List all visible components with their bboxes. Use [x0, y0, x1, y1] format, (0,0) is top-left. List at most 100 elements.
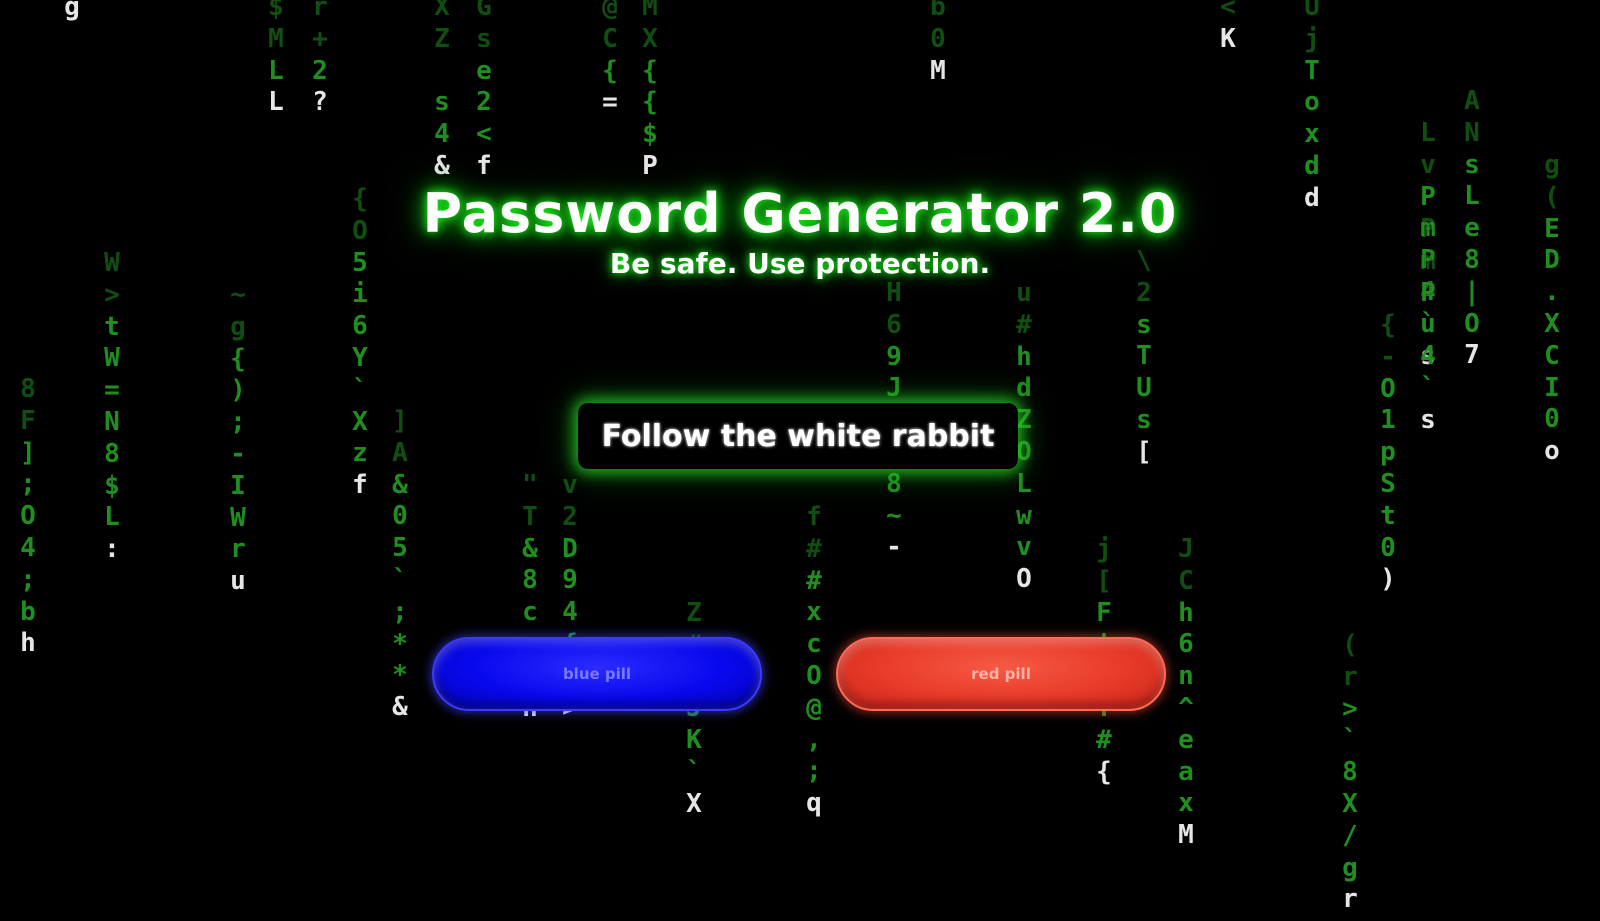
matrix-rain-char: # — [1096, 724, 1112, 755]
matrix-rain-char: X — [642, 23, 658, 54]
matrix-rain-char: C — [1544, 340, 1560, 371]
matrix-rain-char: 4 — [20, 532, 36, 563]
matrix-rain-char: c — [806, 629, 822, 660]
matrix-rain-char: { — [642, 87, 658, 118]
matrix-rain-char: s — [1464, 149, 1480, 180]
follow-white-rabbit-button[interactable]: Follow the white rabbit — [578, 403, 1018, 469]
matrix-rain-char: M — [268, 23, 284, 54]
matrix-rain-char: # — [806, 533, 822, 564]
matrix-rain-char: O — [1380, 373, 1396, 404]
matrix-rain-char: = — [602, 87, 618, 118]
matrix-rain-char: o — [1544, 436, 1560, 467]
matrix-rain-char: ) — [1380, 564, 1396, 595]
matrix-rain-char: @ — [806, 692, 822, 723]
matrix-rain-char: ~ — [886, 500, 902, 531]
matrix-rain-column: M X{{$ P — [636, 0, 664, 183]
matrix-rain-char: > — [104, 279, 120, 310]
matrix-rain-char: T — [1136, 341, 1152, 372]
matrix-rain-char: & — [434, 150, 450, 181]
matrix-rain-char: ] — [392, 406, 408, 436]
matrix-rain-char: X — [686, 788, 702, 819]
matrix-rain-char: ` — [352, 374, 368, 405]
matrix-rain-column: ~ g{); - I Wr u — [224, 280, 252, 598]
matrix-rain-char: U — [1304, 0, 1320, 22]
matrix-rain-char: ? — [312, 87, 328, 118]
matrix-rain-char: ; — [392, 596, 408, 627]
matrix-rain-char: X — [434, 0, 450, 22]
matrix-rain-char: n — [1178, 661, 1194, 692]
matrix-rain-column: W > t W = N 8 $ L: — [98, 248, 126, 566]
matrix-rain-char: 4 — [434, 119, 450, 150]
matrix-rain-char: X — [352, 406, 368, 437]
matrix-rain-char: Z — [434, 23, 450, 54]
matrix-rain-char: 8 — [104, 438, 120, 469]
matrix-rain-char: h — [20, 628, 36, 659]
matrix-rain-char: { — [642, 55, 658, 86]
matrix-rain-column: @ C{= — [596, 0, 624, 119]
matrix-rain-char: T — [1304, 55, 1320, 86]
matrix-rain-char: o — [1304, 87, 1320, 118]
matrix-rain-char: L — [268, 55, 284, 86]
matrix-rain-char: & — [522, 533, 538, 564]
matrix-rain-column: 8 F]; O 4; b h — [14, 374, 42, 660]
matrix-rain-column: Gs e 2 < f — [470, 0, 498, 183]
page-subtitle: Be safe. Use protection. — [609, 247, 991, 280]
matrix-rain-column: $ M L L — [262, 0, 290, 119]
matrix-rain-char: Z — [686, 598, 702, 628]
matrix-rain-char: c — [522, 597, 538, 628]
matrix-rain-char: [ — [1096, 565, 1112, 596]
matrix-rain-char: i — [352, 279, 368, 310]
matrix-rain-char: & — [392, 692, 408, 723]
matrix-rain-char: 8 — [1342, 757, 1358, 788]
matrix-rain-char: { — [230, 343, 246, 374]
matrix-rain-char: W — [230, 502, 246, 533]
blue-pill-button[interactable]: blue pill — [432, 637, 762, 711]
matrix-rain-char: A — [1464, 86, 1480, 116]
matrix-rain-char: e — [476, 55, 492, 86]
matrix-rain-column: (r > ` 8 X / g r — [1336, 630, 1364, 916]
matrix-rain-char: N — [1464, 117, 1480, 148]
matrix-rain-char: ] — [20, 437, 36, 468]
matrix-rain-char: t — [104, 311, 120, 342]
matrix-rain-char: @ — [602, 0, 618, 22]
matrix-rain-char: s — [1136, 309, 1152, 340]
matrix-rain-char: 4 — [562, 597, 578, 628]
matrix-rain-char: { — [602, 55, 618, 86]
red-pill-button[interactable]: red pill — [836, 637, 1166, 711]
page-title: Password Generator 2.0 — [422, 182, 1178, 245]
matrix-rain-char: v — [1016, 532, 1032, 563]
matrix-rain-char: g — [1544, 150, 1560, 180]
matrix-rain-char: N — [104, 406, 120, 437]
matrix-rain-char: u — [1420, 309, 1436, 340]
matrix-rain-char: 8 — [20, 374, 36, 404]
matrix-rain-column: g — [58, 0, 86, 24]
matrix-rain-char: q — [806, 788, 822, 819]
matrix-rain-char: ( — [1342, 630, 1358, 660]
matrix-rain-char: ; — [230, 407, 246, 438]
matrix-rain-char: H — [886, 278, 902, 308]
matrix-rain-char: M — [930, 55, 946, 86]
matrix-rain-char: L — [1420, 118, 1436, 148]
matrix-rain-char: d — [1016, 373, 1032, 404]
matrix-rain-char: w — [1016, 500, 1032, 531]
matrix-rain-char: # — [1016, 309, 1032, 340]
matrix-rain-column: ] A & 0 5 `; * * & — [386, 406, 414, 724]
matrix-rain-char: , — [806, 724, 822, 755]
matrix-rain-char: s — [1420, 404, 1436, 435]
matrix-rain-char: O — [1464, 308, 1480, 339]
matrix-rain-char: x — [1178, 788, 1194, 819]
matrix-rain-char: W — [104, 343, 120, 374]
matrix-rain-char: s — [434, 87, 450, 118]
matrix-rain-column: {- O 1 p St 0) — [1374, 310, 1402, 596]
matrix-rain-char: 6 — [1178, 629, 1194, 660]
matrix-rain-column: < K — [1214, 0, 1242, 56]
matrix-rain-char: F — [1096, 597, 1112, 628]
matrix-rain-char: > — [1342, 693, 1358, 724]
matrix-rain-char: a — [1178, 756, 1194, 787]
matrix-rain-char: X — [1544, 308, 1560, 339]
matrix-rain-char: | — [1464, 276, 1480, 307]
matrix-rain-char: f — [476, 150, 492, 181]
matrix-rain-char: r — [1342, 884, 1358, 915]
matrix-rain-char: P — [642, 150, 658, 181]
matrix-rain-char: T — [522, 501, 538, 532]
